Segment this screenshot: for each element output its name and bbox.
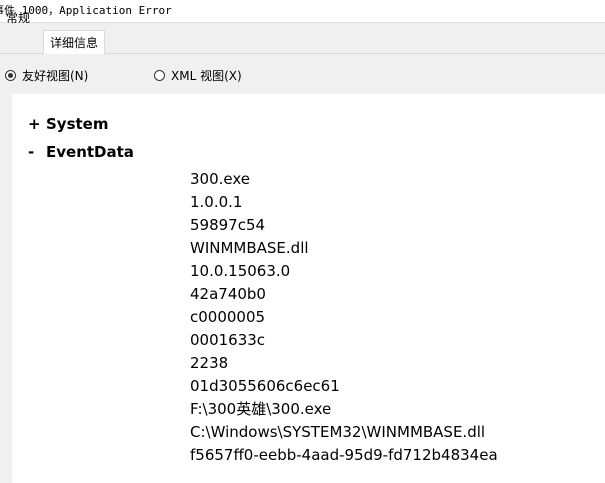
eventdata-value: 300.exe [190,170,251,188]
tree-node-system[interactable]: + System [28,115,108,133]
eventdata-value: 2238 [190,354,229,372]
tree-node-label: System [46,115,109,133]
xml-view-radio[interactable]: XML 视图(X) [154,67,242,83]
eventdata-value: 59897c54 [190,216,266,234]
eventdata-value: 01d3055606c6ec61 [190,377,340,395]
expand-toggle-icon[interactable]: + [28,115,46,133]
radio-selected-icon [5,69,16,81]
eventdata-value: F:\300英雄\300.exe [190,400,332,418]
radio-unselected-icon [154,69,165,81]
eventdata-value: 0001633c [190,331,266,349]
eventdata-value: 1.0.0.1 [190,193,243,211]
tree-node-label: EventData [46,143,134,161]
eventdata-value: WINMMBASE.dll [190,239,309,257]
eventdata-value: 42a740b0 [190,285,266,303]
tree-node-eventdata[interactable]: - EventData [28,143,134,161]
eventdata-value: C:\Windows\SYSTEM32\WINMMBASE.dll [190,423,486,441]
panel-gutter [0,94,12,483]
tab-general[interactable]: 常规 [0,6,36,32]
friendly-view-radio[interactable]: 友好视图(N) [5,67,88,83]
eventdata-value-list: 300.exe 1.0.0.1 59897c54 WINMMBASE.dll 1… [190,169,498,468]
eventdata-value: 10.0.15063.0 [190,262,291,280]
eventdata-value: f5657ff0-eebb-4aad-95d9-fd712b4834ea [190,446,498,464]
friendly-view-label: 友好视图(N) [22,68,89,83]
xml-view-label: XML 视图(X) [171,68,242,83]
window-title-bar: 事件 1000，Application Error [0,0,605,22]
collapse-toggle-icon[interactable]: - [28,143,46,161]
view-options-bar: 友好视图(N) XML 视图(X) [0,54,605,94]
tab-details[interactable]: 详细信息 [43,30,106,54]
eventdata-value: c0000005 [190,308,266,326]
